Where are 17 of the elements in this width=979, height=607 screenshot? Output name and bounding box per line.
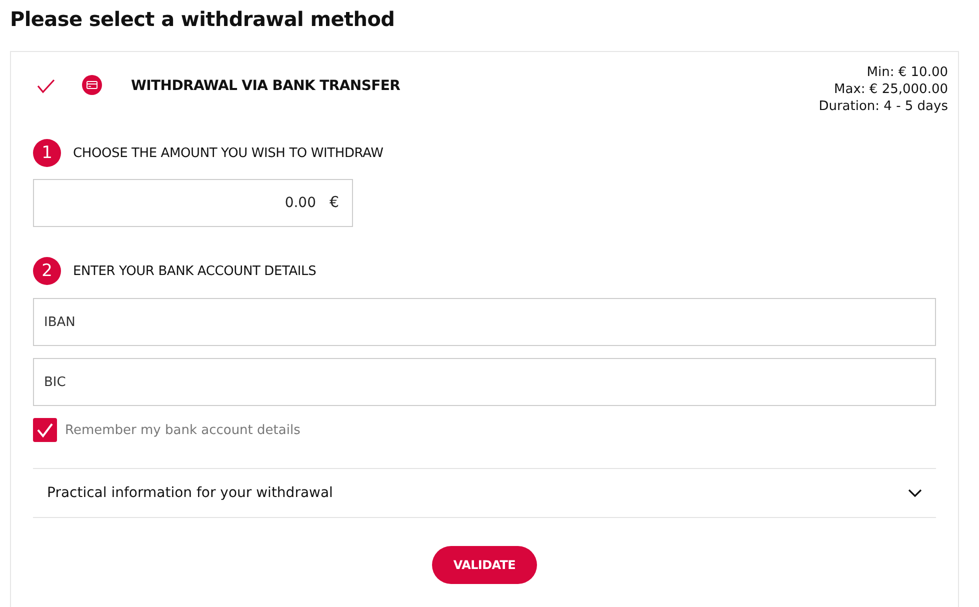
limit-text: Duration: 4 - 5 days <box>818 98 948 115</box>
checkbox[interactable] <box>33 418 57 442</box>
validate-button[interactable]: VALIDATE <box>432 546 537 584</box>
checkbox-label: Remember my bank account details <box>65 422 300 438</box>
card-icon <box>82 75 102 95</box>
step-number: 1 <box>33 139 61 167</box>
page-title: Please select a withdrawal method <box>9 6 396 33</box>
info-accordion[interactable]: Practical information for your withdrawal <box>33 468 936 518</box>
limit-text: Min: € 10.00 <box>866 64 948 81</box>
limit-text: Max: € 25,000.00 <box>833 81 948 98</box>
method-title: WITHDRAWAL VIA BANK TRANSFER <box>131 78 400 94</box>
step-label: CHOOSE THE AMOUNT YOU WISH TO WITHDRAW <box>73 146 384 160</box>
currency-symbol: € <box>329 193 339 211</box>
step-label: ENTER YOUR BANK ACCOUNT DETAILS <box>73 264 316 278</box>
input-field[interactable]: BIC <box>33 358 936 406</box>
step-number: 2 <box>33 257 61 285</box>
input-field[interactable]: IBAN <box>33 298 936 346</box>
